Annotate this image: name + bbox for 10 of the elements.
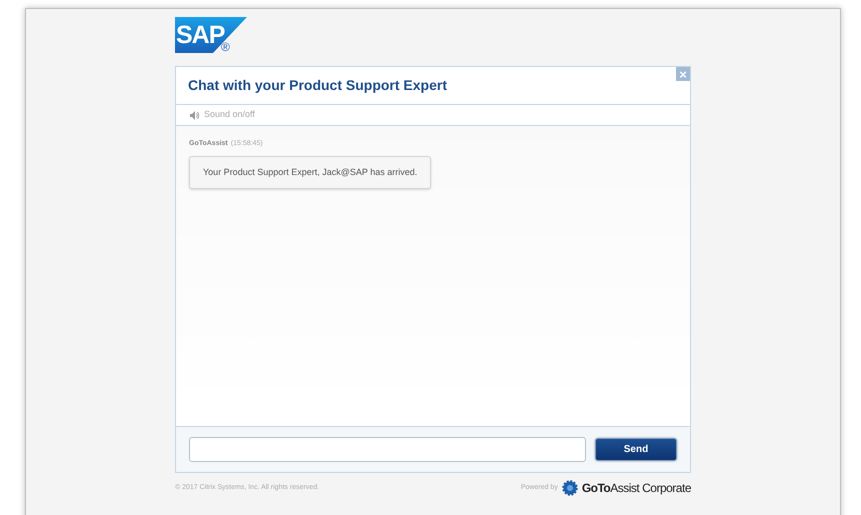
- speaker-icon: [190, 110, 200, 120]
- message-bubble: Your Product Support Expert, Jack@SAP has arrived.: [189, 156, 432, 189]
- gear-icon: [562, 480, 578, 496]
- sound-toggle[interactable]: Sound on/off: [190, 108, 255, 122]
- message-input[interactable]: [189, 437, 586, 462]
- sap-logo: SAP®: [175, 17, 249, 55]
- close-button[interactable]: ×: [676, 67, 690, 81]
- brand-logo: GoToAssist Corporate: [582, 480, 691, 497]
- send-button[interactable]: Send: [595, 438, 677, 461]
- chat-title: Chat with your Product Support Expert: [188, 76, 448, 95]
